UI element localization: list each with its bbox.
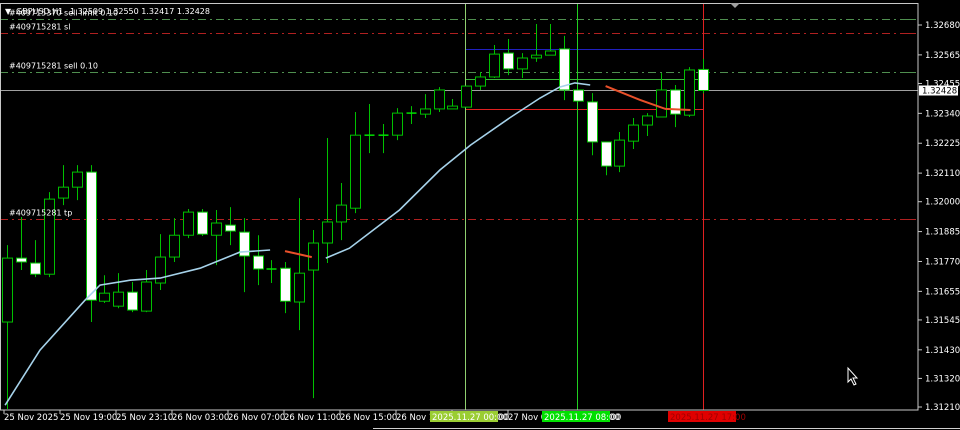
order-line-label: #409715281 sl [9,23,70,32]
price-tick-label: 1.31770 [925,257,960,267]
candle [197,208,208,237]
candle-body-bull [2,257,13,323]
candle [461,85,472,108]
candle-body-bull [545,50,556,56]
candle-body-bear [30,262,41,275]
candle-body-bull [517,57,528,70]
candle-body-bull [628,124,639,142]
candle-body-bull [461,85,472,108]
time-marker-label: 2025.11.27 17:00 [670,413,746,423]
price-tick-label: 1.31885 [925,228,960,238]
candle-body-bull [155,256,166,284]
time-tick-label: 25 Nov 2025 [4,413,58,423]
time-marker-label: 2025.11.27 00:00 [432,413,508,423]
price-tick-label: 1.31430 [925,346,960,356]
time-marker-label: 2025.11.27 08:00 [544,413,620,423]
candle-body-bull [322,221,333,244]
candle-body-bear [503,52,514,70]
candle-body-bull [434,89,445,110]
candle-body-bull [183,211,194,236]
candle-body-bull [420,108,431,115]
candle-body-bull [336,204,347,223]
menu-triangle-icon[interactable]: ▼ [5,7,12,16]
candle-body-bear [670,89,681,115]
time-marker-labels: 2025.11.27 00:00 2025.11.27 08:00 2025.11.… [430,411,746,423]
candle-body-bull [656,89,667,118]
candle-body-bear [280,267,291,302]
price-tick-label: 1.31210 [925,403,960,413]
order-line-label: #409715281 sell 0.10 [9,62,98,71]
candle-body-bull [684,69,695,116]
time-tick-label: 25 Nov 23:10 [116,413,173,423]
candle-body-bull [350,134,361,209]
time-tick-label: 25 Nov 19:00 [60,413,117,423]
candle-body-bull [113,291,124,307]
price-tick-label: 1.32680 [925,21,960,31]
time-tick-label: 26 Nov 11:00 [284,413,341,423]
ohlc-readout: 1.32509 1.32550 1.32417 1.32428 [70,7,210,16]
candle-body-bull [211,222,222,236]
candle-body-bear [601,141,612,167]
candle-body-bull [614,139,625,167]
candle-body-bear [559,48,570,91]
price-tick-label: 1.32110 [925,169,960,179]
order-line-label: #409715281 tp [9,209,72,218]
candle-body-bull [642,115,653,126]
bid-price-label: 1.32428 [922,87,957,97]
candle [434,87,445,113]
symbol-label: GBPUSD,H1 [16,7,63,16]
price-tick-label: 1.31545 [925,316,960,326]
candle-body-bear [225,224,236,232]
price-tick-label: 1.31320 [925,374,960,384]
candle-body-bull [294,272,305,303]
candle-body-bull [58,186,69,199]
price-tick-label: 1.31655 [925,287,960,297]
candle [573,89,584,102]
candle-body-bull [99,292,110,302]
price-tick-label: 1.32565 [925,51,960,61]
candle-body-bear [573,89,584,102]
candle-body-bear [253,255,264,270]
candle-body-bull [475,76,486,87]
candle-body-bear [197,211,208,235]
time-tick-label: 26 Nov 15:00 [340,413,397,423]
time-tick-label: 26 Nov 03:00 [172,413,229,423]
candle-body-bear [86,171,97,301]
candle-body-bear [698,68,709,91]
candle-body-bull [72,171,83,188]
candle [44,192,55,278]
candle-body-bear [127,291,138,311]
candle-body-bull [489,53,500,78]
price-chart[interactable]: #409715370 sell limit 0.10#409715281 sl#… [0,0,960,430]
price-tick-label: 1.32340 [925,109,960,119]
candle-body-bear [587,101,598,143]
candle-body-bull [392,112,403,136]
candle [392,108,403,141]
candle-body-bull [531,54,542,59]
candle [183,208,194,239]
candle-body-bull [169,234,180,258]
candle-body-bull [141,281,152,312]
candle [86,165,97,323]
price-tick-label: 1.32000 [925,198,960,208]
candle-body-bull [447,105,458,110]
candle-body-bear [16,257,27,263]
time-tick-label: 26 Nov 07:00 [228,413,285,423]
chart-background [0,0,960,430]
price-tick-label: 1.32225 [925,139,960,149]
